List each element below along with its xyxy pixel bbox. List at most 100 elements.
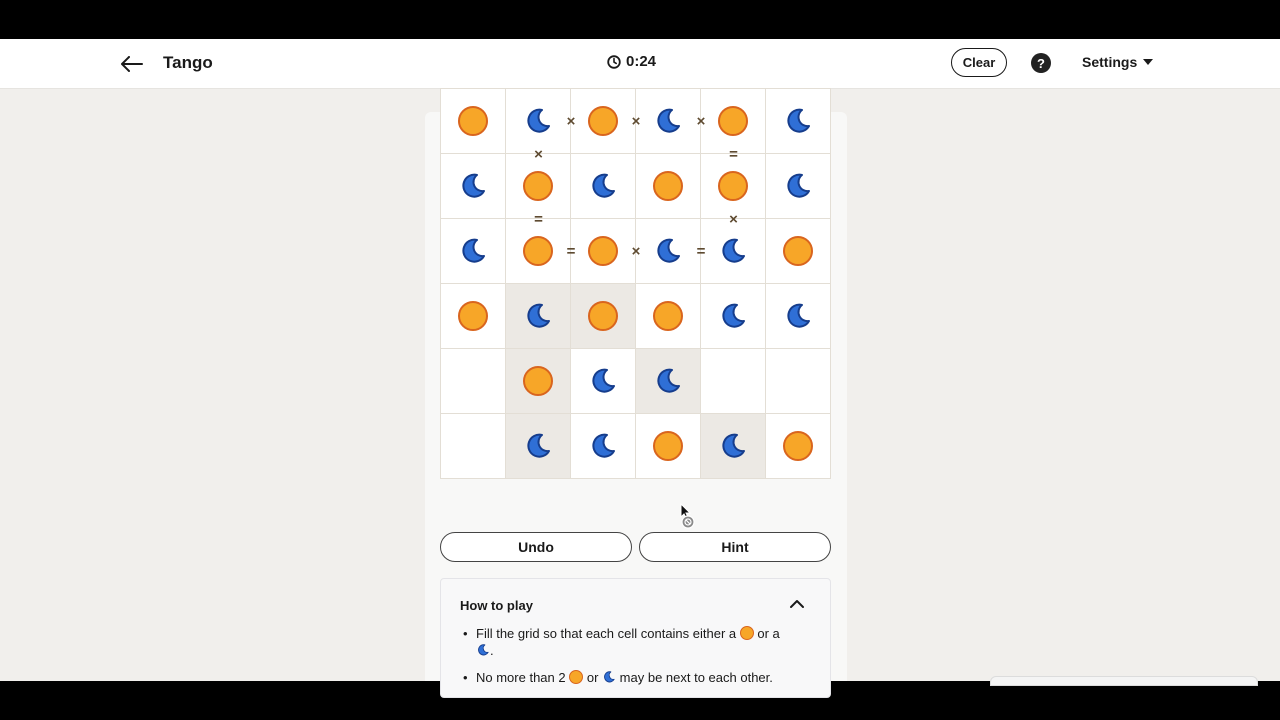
rule-text: or: [586, 670, 599, 685]
moon-icon: [722, 433, 745, 458]
settings-dropdown[interactable]: Settings: [1082, 54, 1154, 70]
grid-cell[interactable]: [701, 284, 766, 349]
sun-icon: [653, 431, 683, 461]
moon-icon: [462, 238, 485, 263]
moon-icon: [478, 644, 489, 656]
help-icon[interactable]: ?: [1031, 53, 1051, 73]
tango-board: × × × = × = × = = ×: [440, 88, 831, 479]
grid-cell[interactable]: [701, 219, 766, 284]
equal-constraint: =: [566, 243, 576, 260]
sun-icon: [588, 301, 618, 331]
sun-icon: [588, 236, 618, 266]
moon-icon: [787, 108, 810, 133]
grid-cell[interactable]: [571, 154, 636, 219]
grid-cell[interactable]: [506, 414, 571, 479]
sun-icon: [718, 171, 748, 201]
grid-cell[interactable]: [636, 284, 701, 349]
grid-cell[interactable]: [506, 89, 571, 154]
moon-icon: [592, 368, 615, 393]
grid-cell[interactable]: [441, 349, 506, 414]
clear-button[interactable]: Clear: [951, 48, 1007, 77]
grid-cell[interactable]: [506, 154, 571, 219]
grid-cell[interactable]: [701, 154, 766, 219]
sun-icon: [783, 431, 813, 461]
moon-icon: [527, 108, 550, 133]
opposite-constraint: ×: [534, 145, 543, 163]
grid-cell[interactable]: [571, 89, 636, 154]
sun-icon: [523, 171, 553, 201]
grid-cell[interactable]: [636, 89, 701, 154]
grid-cell[interactable]: [571, 219, 636, 284]
moon-icon: [527, 433, 550, 458]
game-title: Tango: [163, 53, 213, 72]
grid-cell[interactable]: [766, 89, 831, 154]
grid-cell[interactable]: [441, 89, 506, 154]
grid-cell[interactable]: [506, 349, 571, 414]
moon-icon: [462, 173, 485, 198]
back-button[interactable]: [118, 50, 146, 78]
rule-text: may be next to each other.: [619, 670, 773, 685]
grid-cell[interactable]: [441, 414, 506, 479]
grid-cell[interactable]: [636, 154, 701, 219]
rules-list: Fill the grid so that each cell contains…: [460, 625, 810, 696]
how-to-play-title: How to play: [460, 598, 533, 613]
opposite-constraint: ×: [631, 113, 641, 130]
grid-cell[interactable]: [766, 154, 831, 219]
grid-cell[interactable]: [571, 414, 636, 479]
rule-text: or a: [757, 626, 780, 641]
equal-constraint: =: [696, 243, 706, 260]
side-panel-edge: [990, 676, 1258, 686]
moon-icon: [657, 108, 680, 133]
sun-icon: [653, 301, 683, 331]
moon-icon: [722, 303, 745, 328]
moon-icon: [592, 433, 615, 458]
grid-cell[interactable]: [571, 284, 636, 349]
clock-icon: [607, 54, 621, 69]
rule-text: .: [490, 643, 494, 658]
tango-grid: [440, 88, 831, 479]
grid-cell[interactable]: [571, 349, 636, 414]
rule-text: Fill the grid so that each cell contains…: [476, 626, 737, 641]
grid-cell[interactable]: [506, 284, 571, 349]
grid-cell[interactable]: [441, 219, 506, 284]
top-bar: Tango 0:24 Clear ? Settings: [0, 39, 1280, 89]
grid-cell[interactable]: [636, 219, 701, 284]
grid-cell[interactable]: [441, 284, 506, 349]
sun-icon: [588, 106, 618, 136]
back-arrow-icon: [121, 56, 143, 72]
settings-label: Settings: [1082, 54, 1138, 70]
grid-cell[interactable]: [766, 284, 831, 349]
grid-cell[interactable]: [701, 349, 766, 414]
opposite-constraint: ×: [696, 113, 706, 130]
moon-icon: [592, 173, 615, 198]
undo-button[interactable]: Undo: [440, 532, 632, 562]
sun-icon: [783, 236, 813, 266]
moon-icon: [787, 173, 810, 198]
moon-icon: [722, 238, 745, 263]
sun-icon: [523, 366, 553, 396]
sun-icon: [739, 626, 754, 640]
hint-button[interactable]: Hint: [639, 532, 831, 562]
grid-cell[interactable]: [701, 89, 766, 154]
grid-cell[interactable]: [766, 219, 831, 284]
chevron-up-icon[interactable]: [788, 597, 806, 611]
grid-cell[interactable]: [636, 414, 701, 479]
moon-icon: [657, 368, 680, 393]
how-to-play-panel: How to play Fill the grid so that each c…: [440, 578, 831, 698]
moon-icon: [527, 303, 550, 328]
moon-icon: [657, 238, 680, 263]
grid-cell[interactable]: [636, 349, 701, 414]
sun-icon: [718, 106, 748, 136]
grid-cell[interactable]: [441, 154, 506, 219]
grid-cell[interactable]: [701, 414, 766, 479]
sun-icon: [569, 670, 584, 684]
sun-icon: [458, 106, 488, 136]
sun-icon: [523, 236, 553, 266]
equal-constraint: =: [534, 210, 543, 228]
opposite-constraint: ×: [566, 113, 576, 130]
grid-cell[interactable]: [766, 414, 831, 479]
grid-cell[interactable]: [506, 219, 571, 284]
grid-cell[interactable]: [766, 349, 831, 414]
sun-icon: [458, 301, 488, 331]
sun-icon: [653, 171, 683, 201]
